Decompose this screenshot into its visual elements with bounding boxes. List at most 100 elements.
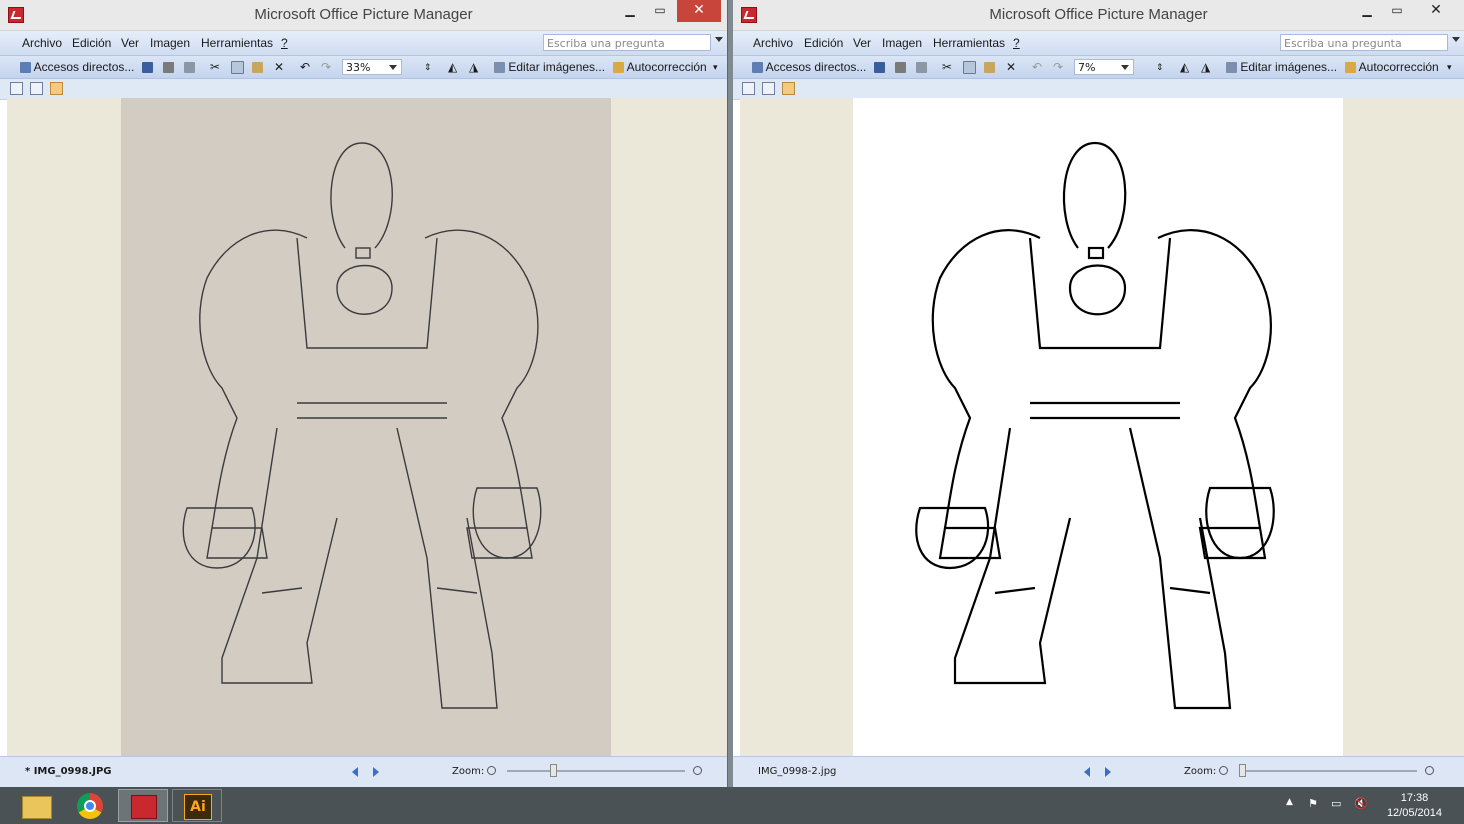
zoom-in-icon[interactable] (1425, 766, 1434, 775)
file-explorer-icon[interactable] (10, 789, 60, 822)
copy-icon[interactable] (231, 60, 244, 75)
shortcuts-button[interactable]: Accesos directos... (752, 60, 866, 74)
title-bar[interactable]: Microsoft Office Picture Manager ▁ ▭ ✕ (0, 0, 727, 31)
rotate-right-icon[interactable]: ◮ (1201, 60, 1210, 74)
rotate-right-icon[interactable]: ◮ (469, 60, 478, 74)
status-filename: IMG_0998-2.jpg (758, 766, 837, 777)
clock[interactable]: 17:38 12/05/2014 (1387, 791, 1442, 821)
edit-images-button[interactable]: Editar imágenes... (1226, 60, 1337, 74)
shortcuts-button[interactable]: Accesos directos... (20, 60, 134, 74)
copy-icon[interactable] (963, 60, 976, 75)
action-center-flag-icon[interactable]: ⚑ (1308, 797, 1318, 810)
minimize-button[interactable]: ▁ (1352, 0, 1382, 22)
paste-icon[interactable] (984, 60, 995, 74)
redo-icon[interactable]: ↷ (321, 60, 331, 74)
edit-images-button[interactable]: Editar imágenes... (494, 60, 605, 74)
maximize-button[interactable]: ▭ (645, 0, 675, 22)
redo-icon[interactable]: ↷ (1053, 60, 1063, 74)
print-icon[interactable] (895, 60, 906, 74)
single-picture-view-icon[interactable] (782, 82, 795, 95)
zoom-slider[interactable] (507, 764, 685, 777)
chrome-icon[interactable] (66, 789, 116, 822)
menu-edicion[interactable]: Edición (804, 36, 843, 50)
zoom-dropdown-icon (389, 65, 397, 70)
shortcuts-label: Accesos directos... (765, 60, 867, 74)
zoom-slider-thumb[interactable] (549, 764, 557, 777)
zoom-select[interactable]: 7% (1074, 59, 1134, 75)
ask-dropdown-arrow-icon[interactable] (715, 37, 723, 42)
cut-icon[interactable]: ✂ (210, 60, 220, 74)
menu-help[interactable]: ? (281, 36, 288, 50)
save-icon[interactable] (142, 60, 153, 74)
menu-archivo[interactable]: Archivo (22, 36, 62, 50)
zoom-in-icon[interactable] (693, 766, 702, 775)
delete-icon[interactable]: ✕ (1006, 60, 1016, 74)
picture-manager-taskbar-icon[interactable] (118, 789, 168, 822)
single-picture-view-icon[interactable] (50, 82, 63, 95)
illustrator-icon[interactable]: Ai (172, 789, 222, 822)
undo-icon[interactable]: ↶ (300, 60, 310, 74)
toolbar-options-icon[interactable]: ▾ (1447, 60, 1452, 74)
menu-edicion[interactable]: Edición (72, 36, 111, 50)
next-picture-icon[interactable] (373, 767, 379, 777)
undo-icon[interactable]: ↶ (1032, 60, 1042, 74)
maximize-button[interactable]: ▭ (1382, 0, 1412, 22)
menu-help[interactable]: ? (1013, 36, 1020, 50)
paste-icon[interactable] (252, 60, 263, 74)
autocorrect-icon (613, 62, 624, 74)
previous-picture-icon[interactable] (1084, 767, 1090, 777)
clock-time: 17:38 (1400, 792, 1429, 804)
ask-dropdown-arrow-icon[interactable] (1452, 37, 1460, 42)
toolbar-options-icon[interactable]: ▾ (713, 60, 718, 74)
minimize-button[interactable]: ▁ (615, 0, 645, 22)
autocorrect-button[interactable]: Autocorrección (613, 60, 707, 74)
zoom-out-icon[interactable] (487, 766, 496, 775)
zoom-slider-thumb[interactable] (1239, 764, 1246, 777)
zoom-select[interactable]: 33% (342, 59, 402, 75)
thumbnail-view-icon[interactable] (742, 82, 755, 95)
title-bar[interactable]: Microsoft Office Picture Manager ▁ ▭ ✕ (733, 0, 1464, 31)
toolbar-overflow-icon[interactable]: ⇕ (424, 60, 432, 74)
menu-ver[interactable]: Ver (853, 36, 871, 50)
email-icon[interactable] (916, 60, 927, 74)
menu-ver[interactable]: Ver (121, 36, 139, 50)
rotate-left-icon[interactable]: ◭ (448, 60, 457, 74)
menu-archivo[interactable]: Archivo (753, 36, 793, 50)
zoom-label: Zoom: (1184, 766, 1217, 777)
pencil-sketch-image (121, 98, 611, 756)
menu-imagen[interactable]: Imagen (150, 36, 190, 50)
ask-question-input[interactable]: Escriba una pregunta (1280, 34, 1448, 51)
next-picture-icon[interactable] (1105, 767, 1111, 777)
status-bar: * IMG_0998.JPG Zoom: (0, 756, 727, 787)
toolbar: Accesos directos... ✂ ✕ ↶ ↷ 7% ⇕ ◭ ◮ Edi… (733, 56, 1464, 79)
thumbnail-view-icon[interactable] (10, 82, 23, 95)
edit-images-label: Editar imágenes... (1240, 60, 1338, 74)
zoom-value: 7% (1078, 61, 1096, 74)
close-button[interactable]: ✕ (1414, 0, 1458, 22)
status-filename: * IMG_0998.JPG (25, 766, 112, 777)
view-bar (733, 79, 1464, 100)
toolbar: Accesos directos... ✂ ✕ ↶ ↷ 33% ⇕ ◭ ◮ Ed… (0, 56, 727, 79)
filmstrip-view-icon[interactable] (30, 82, 43, 95)
zoom-out-icon[interactable] (1219, 766, 1228, 775)
network-icon[interactable]: ▭ (1331, 797, 1341, 810)
print-icon[interactable] (163, 60, 174, 74)
menu-herramientas[interactable]: Herramientas (201, 36, 273, 50)
autocorrect-button[interactable]: Autocorrección (1345, 60, 1439, 74)
show-hidden-icons-icon[interactable]: ▲ (1286, 797, 1293, 807)
toolbar-overflow-icon[interactable]: ⇕ (1156, 60, 1164, 74)
menu-herramientas[interactable]: Herramientas (933, 36, 1005, 50)
ask-question-input[interactable]: Escriba una pregunta (543, 34, 711, 51)
rotate-left-icon[interactable]: ◭ (1180, 60, 1189, 74)
menu-imagen[interactable]: Imagen (882, 36, 922, 50)
zoom-slider[interactable] (1239, 764, 1417, 777)
save-icon[interactable] (874, 60, 885, 74)
previous-picture-icon[interactable] (352, 767, 358, 777)
delete-icon[interactable]: ✕ (274, 60, 284, 74)
cut-icon[interactable]: ✂ (942, 60, 952, 74)
email-icon[interactable] (184, 60, 195, 74)
shortcuts-icon (20, 62, 31, 74)
close-button[interactable]: ✕ (677, 0, 721, 22)
filmstrip-view-icon[interactable] (762, 82, 775, 95)
volume-muted-icon[interactable]: 🔇 (1354, 797, 1368, 810)
